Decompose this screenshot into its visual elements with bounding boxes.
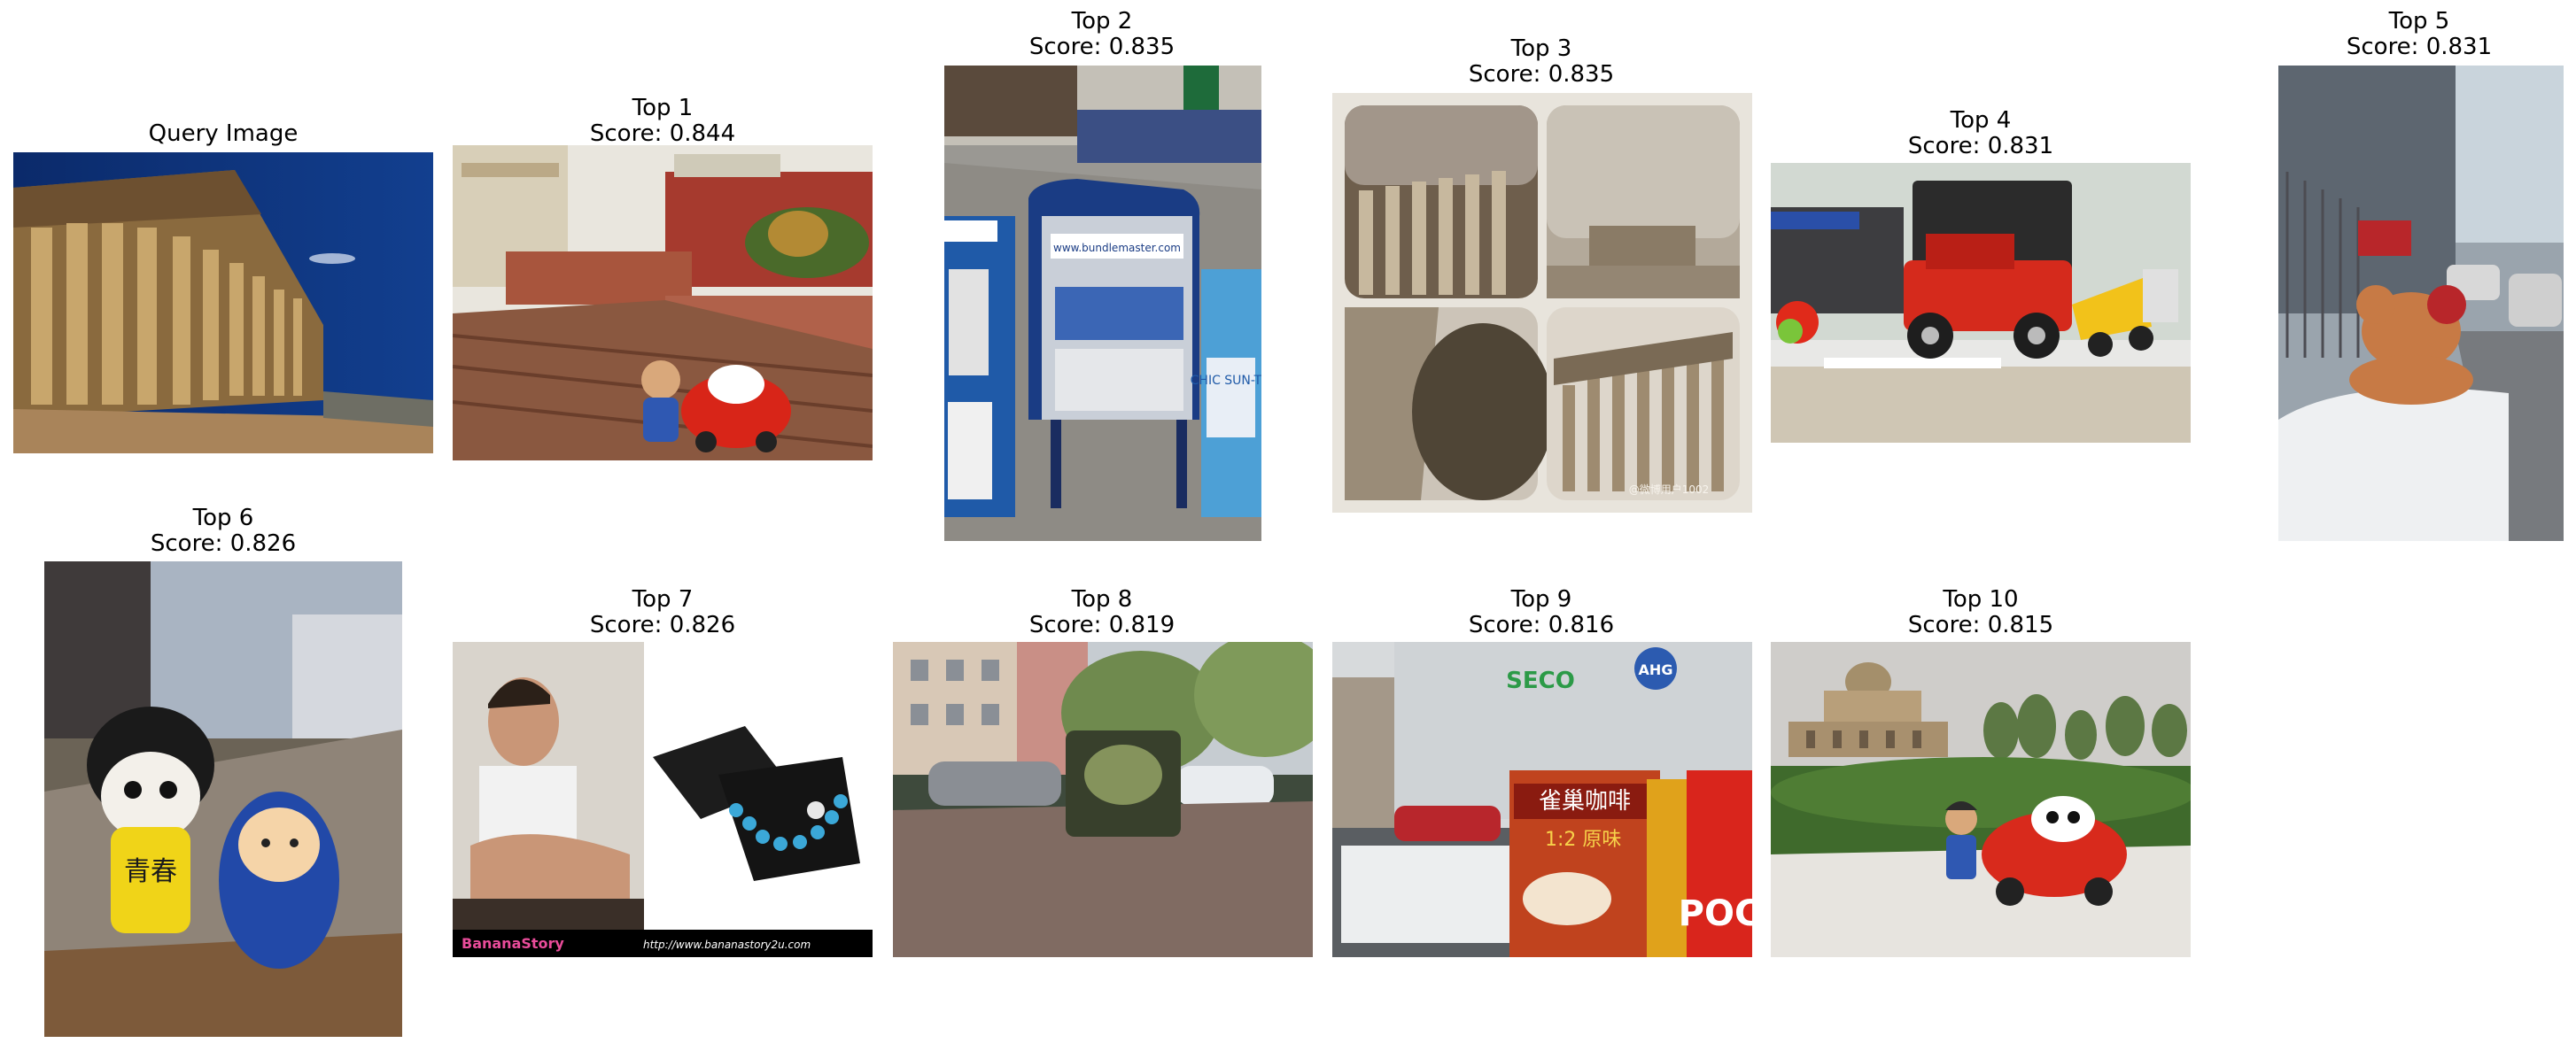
result-caption-2: Top 2 Score: 0.835	[1029, 9, 1175, 60]
tin-box-table-photo	[893, 642, 1313, 957]
result-caption-10: Top 10 Score: 0.815	[1908, 587, 2053, 638]
result-caption-1: Top 1 Score: 0.844	[590, 96, 735, 147]
result-score-3: Score: 0.835	[1468, 61, 1615, 88]
teddy-on-car-photo	[2278, 66, 2564, 541]
parthenon-photo	[13, 152, 433, 453]
result-rank-5: Top 5	[2388, 8, 2450, 35]
banner-brand-text: BananaStory	[462, 935, 564, 952]
result-score-9: Score: 0.816	[1468, 612, 1615, 638]
toy-truck-desk-photo	[1771, 163, 2191, 443]
result-caption-8: Top 8 Score: 0.819	[1029, 587, 1175, 638]
result-image-1[interactable]	[453, 145, 873, 460]
bracelet-ad-photo: BananaStory http://www.bananastory2u.com	[453, 642, 873, 957]
query-title: Query Image	[148, 120, 299, 147]
result-image-9[interactable]: SECO AHG 雀巢咖啡 1:2 原味 POC	[1332, 642, 1752, 957]
result-image-7[interactable]: BananaStory http://www.bananastory2u.com	[453, 642, 873, 957]
toys-mosque-photo	[1771, 642, 2191, 957]
parthenon-collage-photo: @微博用户1002	[1332, 93, 1752, 513]
result-image-2[interactable]: www.bundlemaster.com CHIC SUN-TI	[944, 66, 1261, 541]
result-caption-6: Top 6 Score: 0.826	[151, 506, 296, 557]
result-caption-3: Top 3 Score: 0.835	[1469, 36, 1614, 88]
result-score-10: Score: 0.815	[1907, 612, 2054, 638]
figurine-sign-text: 青春	[124, 856, 177, 887]
coffee-package-subtext: 1:2 原味	[1545, 829, 1621, 851]
result-score-6: Score: 0.826	[150, 530, 297, 557]
result-score-8: Score: 0.819	[1028, 612, 1175, 638]
query-image[interactable]	[13, 152, 433, 453]
result-rank-8: Top 8	[1071, 586, 1133, 613]
result-score-5: Score: 0.831	[2346, 34, 2493, 60]
result-score-4: Score: 0.831	[1907, 133, 2054, 159]
query-caption: Query Image	[149, 121, 299, 147]
result-rank-3: Top 3	[1510, 35, 1572, 62]
toys-on-bench-photo	[453, 145, 873, 460]
result-image-4[interactable]	[1771, 163, 2191, 443]
banner-url-text: http://www.bananastory2u.com	[643, 939, 811, 951]
result-score-2: Score: 0.835	[1028, 34, 1175, 60]
result-rank-7: Top 7	[632, 586, 694, 613]
mailbox-photo: www.bundlemaster.com CHIC SUN-TI	[944, 66, 1261, 541]
coffee-package-text: 雀巢咖啡	[1539, 788, 1631, 815]
result-rank-1: Top 1	[632, 95, 694, 121]
result-score-1: Score: 0.844	[589, 120, 736, 147]
result-rank-6: Top 6	[192, 505, 254, 531]
result-caption-7: Top 7 Score: 0.826	[590, 587, 735, 638]
result-image-10[interactable]	[1771, 642, 2191, 957]
collage-watermark: @微博用户1002	[1629, 483, 1710, 496]
result-caption-9: Top 9 Score: 0.816	[1469, 587, 1614, 638]
result-score-7: Score: 0.826	[589, 612, 736, 638]
result-image-3[interactable]: @微博用户1002	[1332, 93, 1752, 513]
coffee-snacks-photo: SECO AHG 雀巢咖啡 1:2 原味 POC	[1332, 642, 1752, 957]
result-rank-4: Top 4	[1950, 107, 2012, 134]
result-caption-5: Top 5 Score: 0.831	[2347, 9, 2492, 60]
figurines-photo: 青春	[44, 561, 402, 1037]
mailbox-url-text: www.bundlemaster.com	[1053, 242, 1181, 254]
building-sign-text: SECO	[1506, 668, 1575, 694]
result-image-8[interactable]	[893, 642, 1313, 957]
paper-box-text: CHIC SUN-TI	[1191, 374, 1261, 388]
result-image-5[interactable]	[2278, 66, 2564, 541]
building-logo-text: AHG	[1639, 661, 1673, 678]
result-rank-10: Top 10	[1943, 586, 2019, 613]
result-rank-9: Top 9	[1510, 586, 1572, 613]
snack-box-text: POC	[1679, 893, 1752, 934]
result-caption-4: Top 4 Score: 0.831	[1908, 108, 2053, 159]
result-rank-2: Top 2	[1071, 8, 1133, 35]
result-image-6[interactable]: 青春	[44, 561, 402, 1037]
